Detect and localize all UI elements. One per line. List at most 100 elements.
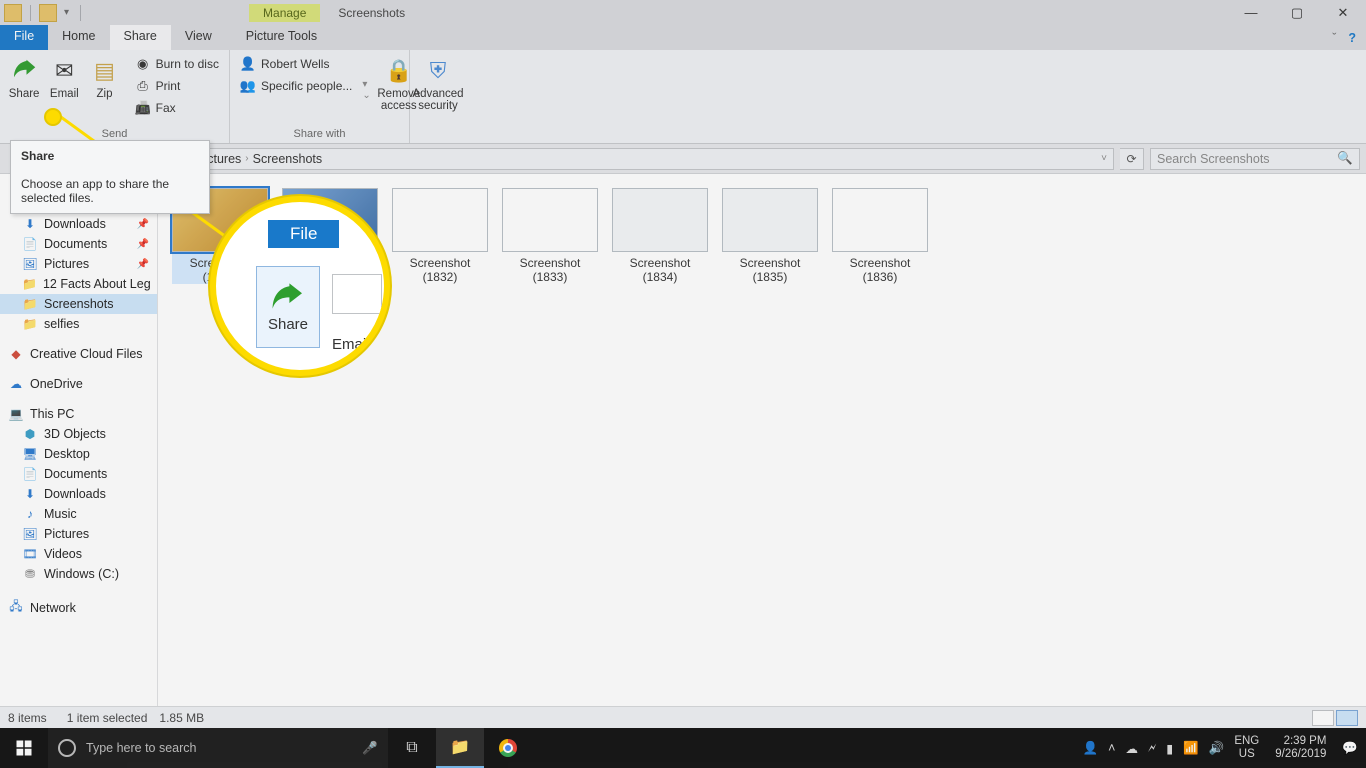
taskbar-chrome[interactable]	[484, 728, 532, 768]
tab-file[interactable]: File	[0, 25, 48, 50]
titlebar: ▾ Manage Screenshots — ▢ ✕	[0, 0, 1366, 25]
highlight-callout: File Share Emai	[210, 196, 390, 376]
nav-pictures[interactable]: 🖼Pictures📌	[0, 254, 157, 274]
thumbnail-label: Screenshot(1836)	[850, 256, 911, 284]
nav-this-pc[interactable]: 💻This PC	[0, 404, 157, 424]
thumbnail-label: Screenshot(1833)	[520, 256, 581, 284]
file-thumbnail[interactable]: Screenshot(1836)	[832, 188, 928, 284]
nav-pc-cdrive[interactable]: ⛃Windows (C:)	[0, 564, 157, 584]
tab-view[interactable]: View	[171, 25, 226, 50]
nav-pc-downloads[interactable]: ⬇Downloads	[0, 484, 157, 504]
file-thumbnail[interactable]: Screenshot(1832)	[392, 188, 488, 284]
nav-pc-desktop[interactable]: 🖥Desktop	[0, 444, 157, 464]
share-button[interactable]: Share	[6, 54, 42, 102]
thumbnail-label: Screenshot(1832)	[410, 256, 471, 284]
crumb-screenshots[interactable]: Screenshots	[253, 152, 322, 166]
minimize-button[interactable]: —	[1228, 0, 1274, 25]
tab-home[interactable]: Home	[48, 25, 109, 50]
refresh-button[interactable]: ⟳	[1120, 148, 1144, 170]
taskbar-search[interactable]: Type here to search 🎤	[48, 728, 388, 768]
status-selected: 1 item selected	[67, 711, 148, 725]
task-view-button[interactable]: ⧉	[388, 728, 436, 768]
nav-onedrive[interactable]: ☁OneDrive	[0, 374, 157, 394]
thumbnail-image	[832, 188, 928, 252]
collapse-ribbon-icon[interactable]: ˇ	[1332, 31, 1336, 45]
taskbar: Type here to search 🎤 ⧉ 📁 👤 ˄ ☁ 🗲 ▮ 📶 🔊 …	[0, 728, 1366, 768]
tray-notifications-icon[interactable]: 💬	[1342, 741, 1358, 756]
window-title: Screenshots	[338, 6, 405, 20]
zip-button[interactable]: ▤ Zip	[86, 54, 122, 102]
context-tab-manage[interactable]: Manage	[249, 4, 320, 22]
highlight-dot	[44, 108, 62, 126]
pictures-icon: 🖼	[22, 527, 38, 541]
tray-power-icon[interactable]: 🗲	[1148, 741, 1156, 756]
tray-people-icon[interactable]: 👤	[1083, 741, 1099, 756]
tray-region[interactable]: US	[1234, 748, 1259, 761]
print-icon: ⎙	[135, 78, 151, 94]
print-button[interactable]: ⎙Print	[131, 76, 223, 96]
nav-folder-selfies[interactable]: 📁selfies	[0, 314, 157, 334]
search-placeholder: Search Screenshots	[1157, 152, 1270, 166]
tray-onedrive-icon[interactable]: ☁	[1125, 741, 1138, 756]
nav-pc-documents[interactable]: 📄Documents	[0, 464, 157, 484]
tray-volume-icon[interactable]: 🔊	[1209, 741, 1225, 756]
help-icon[interactable]: ?	[1348, 31, 1356, 45]
taskbar-explorer[interactable]: 📁	[436, 728, 484, 768]
share-icon	[9, 56, 39, 86]
disc-icon: ◉	[135, 56, 151, 72]
documents-icon: 📄	[22, 467, 38, 481]
tray-lang[interactable]: ENG	[1234, 735, 1259, 748]
taskbar-search-placeholder: Type here to search	[86, 741, 196, 755]
tray-clock[interactable]: 2:39 PM 9/26/2019	[1269, 735, 1332, 761]
nav-pc-videos[interactable]: 🎞Videos	[0, 544, 157, 564]
start-button[interactable]	[0, 728, 48, 768]
tab-picture-tools[interactable]: Picture Tools	[232, 25, 331, 50]
nav-pc-music[interactable]: ♪Music	[0, 504, 157, 524]
thumbnail-label: Screenshot(1835)	[740, 256, 801, 284]
group-sharewith-caption: Share with	[230, 126, 409, 143]
mic-icon[interactable]: 🎤	[362, 741, 378, 756]
burn-to-disc-button[interactable]: ◉Burn to disc	[131, 54, 223, 74]
fax-button[interactable]: 📠Fax	[131, 98, 223, 118]
share-with-person[interactable]: 👤Robert Wells	[236, 54, 356, 74]
qat-dropdown-icon[interactable]: ▾	[61, 7, 72, 18]
qat-icon-1[interactable]	[4, 4, 22, 22]
video-icon: 🎞	[22, 547, 38, 561]
callout-email-label: Emai	[332, 336, 366, 353]
qat-icon-2[interactable]	[39, 4, 57, 22]
nav-pc-pictures[interactable]: 🖼Pictures	[0, 524, 157, 544]
advanced-security-button[interactable]: ⛨ Advanced security	[416, 54, 460, 114]
folder-icon: 📁	[22, 317, 38, 331]
tooltip-title: Share	[21, 149, 54, 163]
share-tooltip: Share Choose an app to share the selecte…	[10, 140, 210, 214]
nav-documents[interactable]: 📄Documents📌	[0, 234, 157, 254]
nav-creative-cloud[interactable]: ◆Creative Cloud Files	[0, 344, 157, 364]
nav-network[interactable]: 🖧Network	[0, 594, 157, 621]
search-box[interactable]: Search Screenshots 🔍	[1150, 148, 1360, 170]
system-tray: 👤 ˄ ☁ 🗲 ▮ 📶 🔊 ENG US 2:39 PM 9/26/2019 💬	[1075, 735, 1366, 761]
share-with-dropdown-icon[interactable]: ▾⌄	[360, 79, 372, 101]
close-button[interactable]: ✕	[1320, 0, 1366, 25]
crumb-dropdown-icon[interactable]: ˅	[1101, 153, 1107, 164]
tray-overflow-icon[interactable]: ˄	[1108, 741, 1115, 755]
breadcrumb[interactable]: › This PC› Pictures› Screenshots ˅	[126, 148, 1114, 170]
maximize-button[interactable]: ▢	[1274, 0, 1320, 25]
nav-folder-screenshots[interactable]: 📁Screenshots	[0, 294, 157, 314]
tray-battery-icon[interactable]: ▮	[1166, 741, 1173, 756]
file-thumbnail[interactable]: Screenshot(1833)	[502, 188, 598, 284]
file-thumbnail[interactable]: Screenshot(1835)	[722, 188, 818, 284]
share-label: Share	[9, 88, 40, 100]
nav-folder-facts[interactable]: 📁12 Facts About Leg	[0, 274, 157, 294]
share-specific-people[interactable]: 👥Specific people...	[236, 76, 356, 96]
tray-wifi-icon[interactable]: 📶	[1183, 741, 1199, 756]
email-button[interactable]: ✉ Email	[46, 54, 82, 102]
network-icon: 🖧	[8, 597, 24, 618]
nav-3d-objects[interactable]: ⬢3D Objects	[0, 424, 157, 444]
nav-downloads[interactable]: ⬇Downloads📌	[0, 214, 157, 234]
view-thumbnails-button[interactable]	[1336, 710, 1358, 726]
pin-icon: 📌	[137, 239, 149, 250]
tab-share[interactable]: Share	[110, 25, 171, 50]
nav-pane[interactable]: ★Quick access 🖥Desktop📌 ⬇Downloads📌 📄Doc…	[0, 174, 158, 706]
file-thumbnail[interactable]: Screenshot(1834)	[612, 188, 708, 284]
view-details-button[interactable]	[1312, 710, 1334, 726]
